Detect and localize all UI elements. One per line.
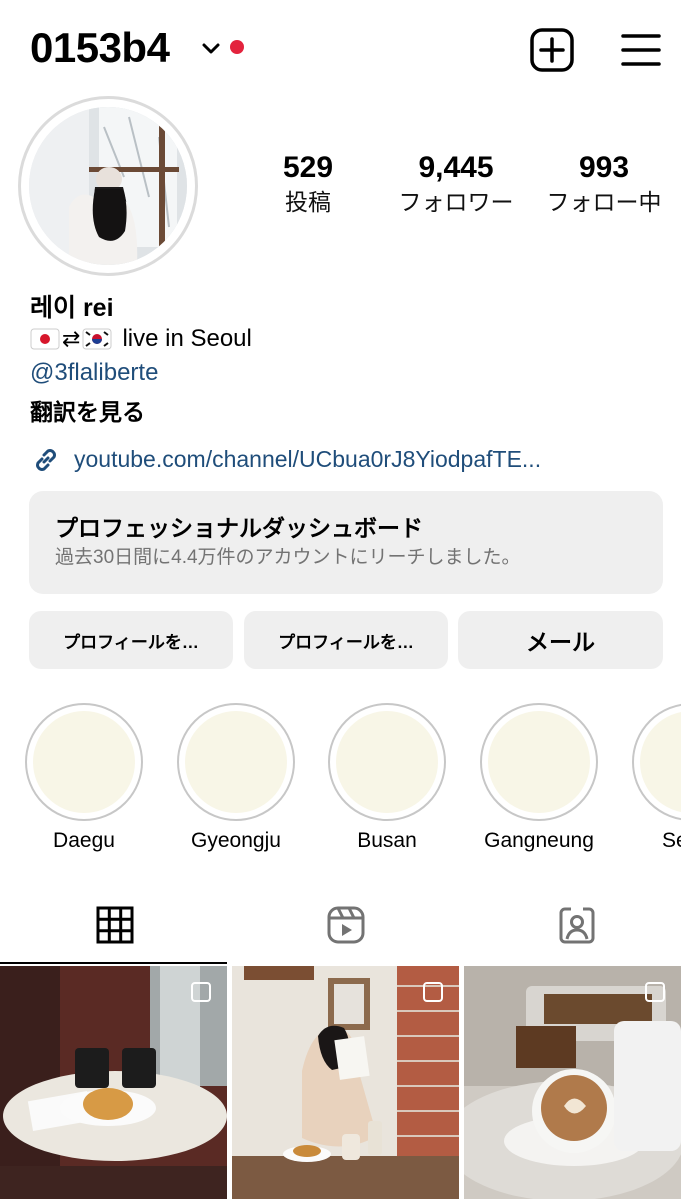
dashboard-title: プロフェッショナルダッシュボード: [55, 515, 423, 541]
menu-icon[interactable]: [621, 33, 661, 67]
reels-icon[interactable]: [326, 905, 366, 945]
stat-label: フォロー中: [546, 189, 662, 215]
bio-text: live in Seoul: [122, 325, 252, 352]
select-checkbox[interactable]: [191, 982, 211, 1002]
stat-following[interactable]: 993 フォロー中: [524, 150, 681, 218]
create-post-icon[interactable]: [529, 27, 575, 73]
bio-line: ⇄ live in Seoul: [30, 325, 252, 353]
see-translation-link[interactable]: 翻訳を見る: [30, 393, 145, 427]
avatar[interactable]: [29, 107, 187, 265]
email-button[interactable]: メール: [458, 611, 663, 669]
highlight-label: Se: [662, 829, 681, 852]
grid-post[interactable]: [232, 966, 459, 1199]
dashboard-subtitle: 過去30日間に4.4万件のアカウントにリーチしました。: [55, 547, 521, 568]
profile-username[interactable]: 0153b4: [30, 24, 170, 72]
grid-post[interactable]: [0, 966, 227, 1199]
chevron-down-icon[interactable]: [200, 38, 222, 60]
korea-flag-icon: [82, 328, 112, 350]
external-link[interactable]: youtube.com/channel/UCbua0rJ8YiodpafTE..…: [74, 446, 541, 473]
stat-posts[interactable]: 529 投稿: [228, 150, 388, 218]
highlight-item[interactable]: Se: [632, 703, 681, 863]
notification-dot: [230, 40, 244, 54]
profile-name: 레이 rei: [30, 294, 114, 322]
highlight-label: Busan: [357, 829, 417, 852]
highlight-label: Gyeongju: [191, 829, 281, 852]
stat-value: 993: [578, 151, 630, 184]
highlight-item[interactable]: Daegu: [25, 703, 143, 853]
stat-followers[interactable]: 9,445 フォロワー: [376, 150, 536, 218]
japan-flag-icon: [30, 328, 60, 350]
highlight-item[interactable]: Busan: [328, 703, 446, 853]
active-tab-indicator: [0, 962, 227, 964]
link-icon: [36, 449, 56, 471]
select-checkbox[interactable]: [645, 982, 665, 1002]
highlight-label: Daegu: [53, 829, 115, 852]
highlight-item[interactable]: Gyeongju: [177, 703, 295, 853]
stat-value: 529: [282, 151, 334, 184]
highlight-label: Gangneung: [484, 829, 594, 852]
edit-profile-button[interactable]: プロフィールを…: [29, 611, 233, 669]
share-profile-button[interactable]: プロフィールを…: [244, 611, 448, 669]
stat-label: フォロワー: [398, 189, 514, 215]
highlight-cover: [177, 703, 295, 821]
tagged-icon[interactable]: [557, 905, 597, 945]
grid-icon[interactable]: [95, 905, 135, 945]
swap-arrows-icon: ⇄: [62, 326, 81, 351]
professional-dashboard-card[interactable]: プロフェッショナルダッシュボード 過去30日間に4.4万件のアカウントにリーチし…: [29, 491, 663, 594]
highlight-item[interactable]: Gangneung: [480, 703, 598, 853]
highlight-cover: [632, 703, 681, 821]
highlight-cover: [25, 703, 143, 821]
highlight-cover: [328, 703, 446, 821]
grid-post[interactable]: [464, 966, 681, 1199]
highlight-cover: [480, 703, 598, 821]
bio-mention-link[interactable]: @3flaliberte: [30, 359, 158, 387]
stat-value: 9,445: [418, 151, 494, 184]
select-checkbox[interactable]: [423, 982, 443, 1002]
stat-label: 投稿: [285, 189, 331, 215]
